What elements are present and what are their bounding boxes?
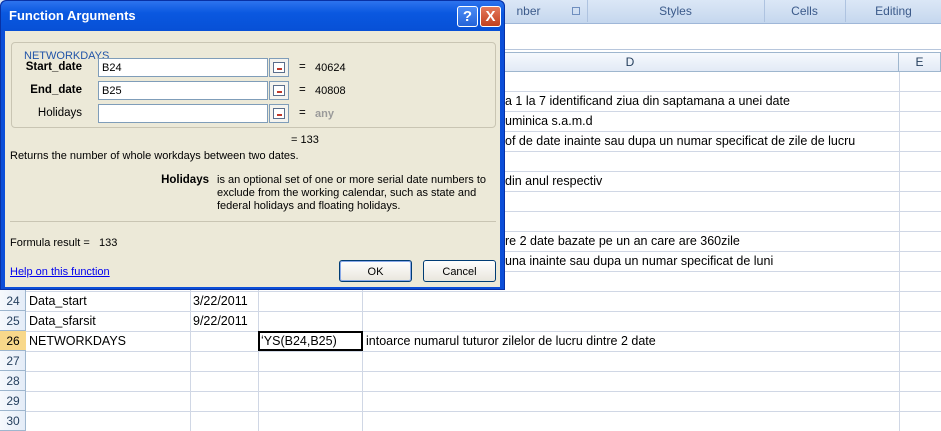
column-header-e[interactable]: E xyxy=(899,53,941,72)
collapse-dialog-icon[interactable] xyxy=(269,81,289,100)
argument-description: is an optional set of one or more serial… xyxy=(217,174,487,212)
gridline xyxy=(899,72,900,431)
arg-result-end-date: 40808 xyxy=(315,85,346,97)
cell-d-partial[interactable]: din anul respectiv xyxy=(505,171,899,191)
arg-label-holidays: Holidays xyxy=(37,107,82,119)
dialog-title: Function Arguments xyxy=(9,8,136,23)
ribbon-group-editing-label: Editing xyxy=(875,4,912,18)
cell-d-partial[interactable]: of de date inainte sau dupa un numar spe… xyxy=(505,131,899,151)
function-description: Returns the number of whole workdays bet… xyxy=(10,150,299,162)
ribbon-group-cells[interactable]: Cells xyxy=(764,0,844,22)
ribbon-group-cells-label: Cells xyxy=(791,4,818,18)
gridline xyxy=(26,351,941,352)
arg-result-holidays: any xyxy=(315,108,334,120)
cell-d-partial[interactable]: re 2 date bazate pe un an care are 360zi… xyxy=(505,231,899,251)
function-arguments-dialog: Function Arguments ? X NETWORKDAYS Start… xyxy=(0,0,505,290)
cell-b25[interactable]: 9/22/2011 xyxy=(190,311,258,331)
cell-a26[interactable]: NETWORKDAYS xyxy=(26,331,190,351)
arg-result-start-date: 40624 xyxy=(315,62,346,74)
cell-a25[interactable]: Data_sfarsit xyxy=(26,311,190,331)
gridline xyxy=(26,391,941,392)
row-header-27[interactable]: 27 xyxy=(0,351,26,371)
arg-label-start-date: Start_date xyxy=(25,61,82,73)
arg-label-end-date: End_date xyxy=(30,84,82,96)
dialog-titlebar[interactable]: Function Arguments ? X xyxy=(1,1,504,31)
collapse-dialog-icon[interactable] xyxy=(269,58,289,77)
gridline xyxy=(26,371,941,372)
ok-button[interactable]: OK xyxy=(339,260,412,282)
function-result: = 133 xyxy=(291,134,319,146)
help-link[interactable]: Help on this function xyxy=(10,266,110,278)
row-header-25[interactable]: 25 xyxy=(0,311,26,331)
cell-b24[interactable]: 3/22/2011 xyxy=(190,291,258,311)
divider xyxy=(10,221,496,222)
equals-sign: = xyxy=(299,84,306,96)
end-date-input[interactable] xyxy=(98,81,268,100)
cell-d-partial[interactable]: uminica s.a.m.d xyxy=(505,111,899,131)
row-header-24[interactable]: 24 xyxy=(0,291,26,311)
dialog-launcher-icon[interactable] xyxy=(572,7,580,15)
ribbon-group-editing[interactable]: Editing xyxy=(845,0,941,22)
formula-result-label: Formula result = xyxy=(10,237,90,249)
holidays-input[interactable] xyxy=(98,104,268,123)
row-header-29[interactable]: 29 xyxy=(0,391,26,411)
gridline xyxy=(26,411,941,412)
row-header-28[interactable]: 28 xyxy=(0,371,26,391)
cell-a24[interactable]: Data_start xyxy=(26,291,190,311)
argument-name: Holidays xyxy=(161,174,209,186)
ribbon-group-styles-label: Styles xyxy=(659,4,692,18)
equals-sign: = xyxy=(299,61,306,73)
equals-sign: = xyxy=(299,107,306,119)
cell-d-partial[interactable]: a 1 la 7 identificand ziua din saptamana… xyxy=(505,91,899,111)
ribbon-group-styles[interactable]: Styles xyxy=(587,0,763,22)
close-icon[interactable]: X xyxy=(480,6,501,27)
start-date-input[interactable] xyxy=(98,58,268,77)
cell-d-partial[interactable]: una inainte sau dupa un numar specificat… xyxy=(505,251,899,271)
dialog-body: NETWORKDAYS Start_date = 40624 End_date … xyxy=(5,31,500,287)
cancel-button[interactable]: Cancel xyxy=(423,260,496,282)
row-header-26[interactable]: 26 xyxy=(0,331,26,351)
formula-result-value: 133 xyxy=(99,237,118,249)
help-icon[interactable]: ? xyxy=(457,6,478,27)
cell-d26[interactable]: intoarce numarul tuturor zilelor de lucr… xyxy=(363,331,899,351)
cell-c26-active[interactable]: ʻYS(B24,B25) xyxy=(258,331,363,351)
arguments-group: NETWORKDAYS Start_date = 40624 End_date … xyxy=(11,42,496,128)
row-header-30[interactable]: 30 xyxy=(0,411,26,431)
ribbon-group-number-label: nber xyxy=(516,4,541,18)
collapse-dialog-icon[interactable] xyxy=(269,104,289,123)
